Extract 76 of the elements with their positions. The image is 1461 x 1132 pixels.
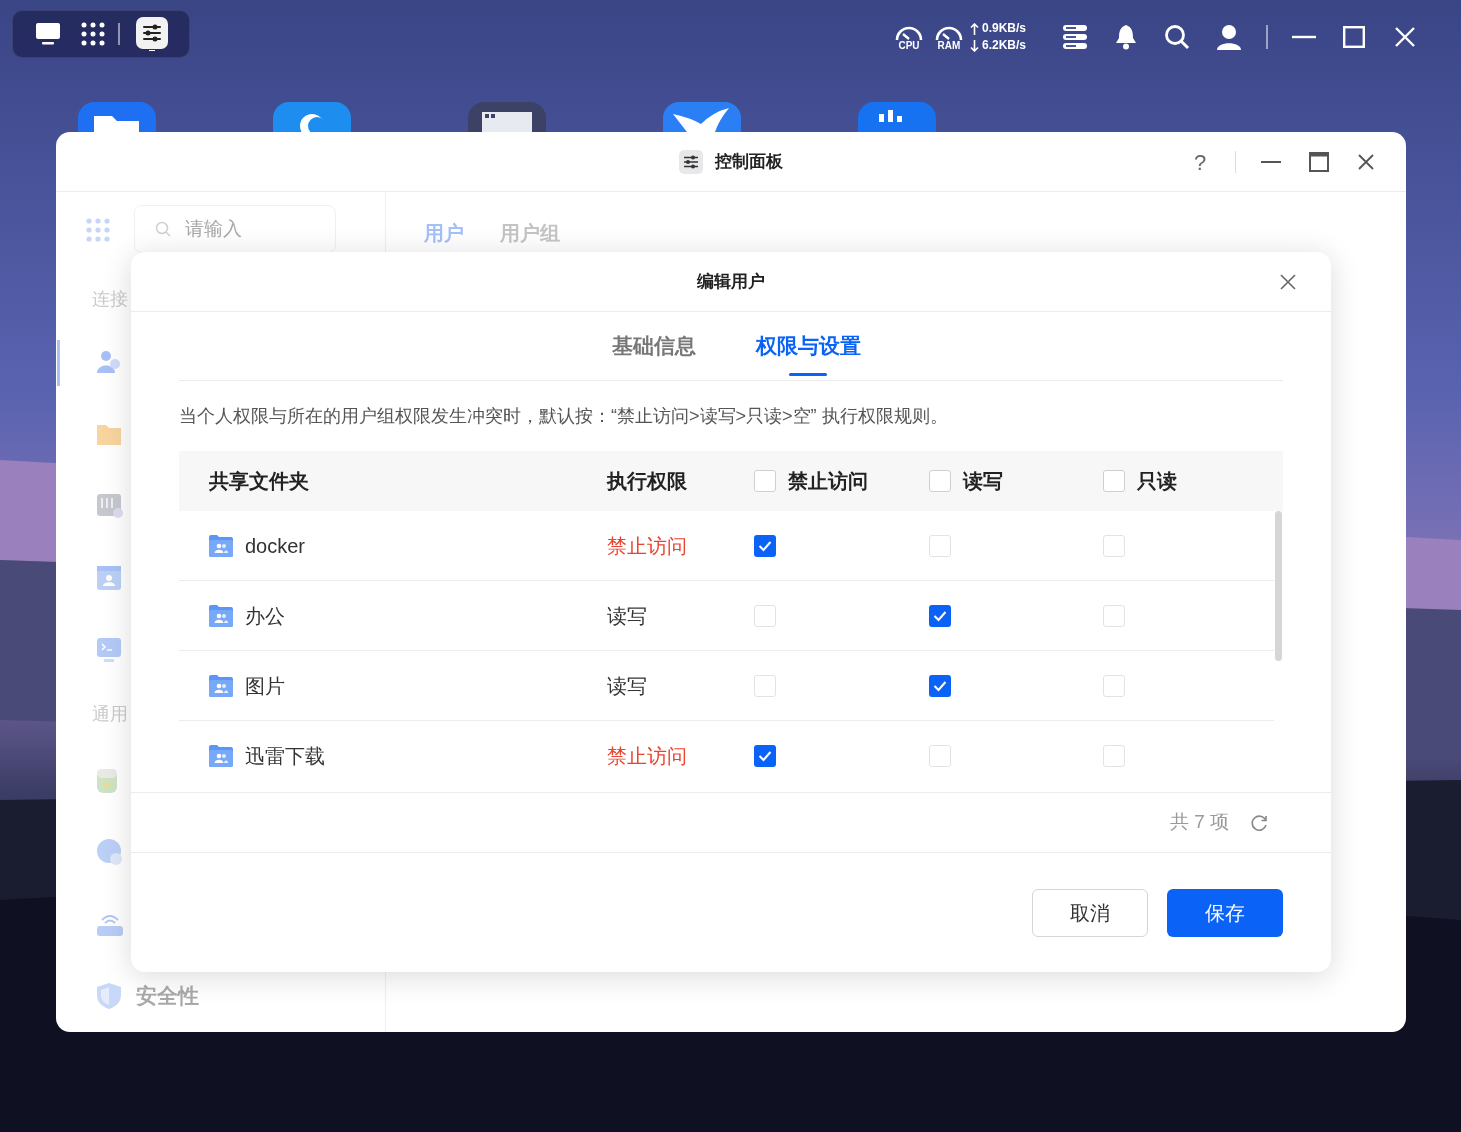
- close-icon[interactable]: [1356, 152, 1376, 172]
- column-header: 执行权限: [607, 469, 687, 494]
- checkbox[interactable]: [754, 745, 776, 767]
- checkbox[interactable]: [1103, 674, 1125, 697]
- shared-folder-icon: [209, 534, 233, 557]
- download-arrow-icon: [970, 39, 979, 52]
- permission-label: 读写: [607, 673, 648, 699]
- checkbox[interactable]: [754, 674, 776, 697]
- shared-folder-icon: [209, 745, 233, 767]
- check-icon: [758, 539, 772, 552]
- upload-speed: 0.9KB/s: [982, 20, 1027, 37]
- checkbox[interactable]: [1103, 534, 1125, 557]
- folder-name: 图片: [245, 673, 285, 699]
- checkbox[interactable]: [1103, 604, 1125, 627]
- folder-name: 办公: [245, 603, 285, 629]
- maximize-icon[interactable]: [1308, 151, 1330, 173]
- permission-label: 禁止访问: [607, 533, 688, 559]
- server-icon[interactable]: [1062, 25, 1089, 49]
- cancel-button[interactable]: 取消: [1032, 888, 1148, 937]
- item-count: 共 7 项: [1169, 810, 1229, 835]
- close-icon[interactable]: [1279, 273, 1297, 291]
- checkbox[interactable]: [1103, 745, 1125, 767]
- checkbox[interactable]: [929, 470, 951, 492]
- column-header: 读写: [963, 469, 1003, 494]
- drive-bay-icon: [96, 492, 124, 519]
- column-header: 禁止访问: [788, 469, 868, 494]
- tab[interactable]: 权限与设置: [755, 312, 861, 380]
- globe-clock-icon: [96, 838, 124, 866]
- download-speed: 6.2KB/s: [982, 37, 1027, 54]
- search-icon[interactable]: [1164, 24, 1191, 50]
- window-title: 控制面板: [715, 150, 783, 173]
- sliders-icon: [679, 149, 703, 174]
- bird-app-icon[interactable]: [663, 102, 741, 132]
- permission-label: 禁止访问: [607, 744, 688, 769]
- search-icon: [155, 221, 171, 237]
- check-icon: [758, 750, 772, 762]
- checkbox[interactable]: [929, 604, 951, 627]
- desktop-icon[interactable]: [35, 22, 61, 46]
- dialog-title: 编辑用户: [697, 270, 765, 293]
- chart-app-icon[interactable]: [858, 102, 936, 132]
- moon-app-icon[interactable]: [273, 102, 351, 132]
- folder-name: docker: [245, 533, 306, 559]
- app-grid-icon[interactable]: [81, 22, 105, 46]
- notice-text: 当个人权限与所在的用户组权限发生冲突时，默认按：“禁止访问>读写>只读>空” 执行权限规则。: [179, 405, 949, 428]
- window-app-icon[interactable]: [468, 102, 546, 132]
- sliders-icon[interactable]: [136, 17, 168, 51]
- permission-label: 读写: [607, 603, 648, 629]
- checkbox[interactable]: [754, 534, 776, 557]
- checkbox[interactable]: [929, 534, 951, 557]
- checkbox[interactable]: [754, 604, 776, 627]
- battery-icon: [96, 766, 118, 794]
- checkbox[interactable]: [929, 745, 951, 767]
- checkbox[interactable]: [1103, 470, 1125, 492]
- refresh-icon[interactable]: [1249, 812, 1269, 833]
- folder-app-icon[interactable]: [78, 102, 156, 132]
- id-card-icon: [96, 564, 122, 591]
- column-header: 只读: [1137, 469, 1177, 494]
- upload-arrow-icon: [970, 22, 979, 35]
- user-icon[interactable]: [1216, 24, 1243, 50]
- shared-folder-icon: [209, 604, 233, 627]
- search-field[interactable]: 请输入: [134, 205, 336, 253]
- help-button[interactable]: ?: [1187, 145, 1213, 179]
- column-header: 共享文件夹: [209, 469, 309, 494]
- shield-icon: [96, 982, 122, 1010]
- checkbox[interactable]: [929, 674, 951, 697]
- tab[interactable]: 基础信息: [611, 312, 696, 380]
- check-icon: [933, 679, 947, 692]
- check-icon: [933, 609, 947, 622]
- users-icon: [96, 348, 122, 375]
- bell-icon[interactable]: [1114, 24, 1139, 50]
- folder-name: 迅雷下载: [245, 744, 325, 769]
- shared-folder-icon: [209, 674, 233, 697]
- save-button[interactable]: 保存: [1167, 888, 1283, 937]
- scrollbar[interactable]: [1275, 511, 1282, 661]
- checkbox[interactable]: [754, 470, 776, 492]
- terminal-icon: [96, 636, 122, 663]
